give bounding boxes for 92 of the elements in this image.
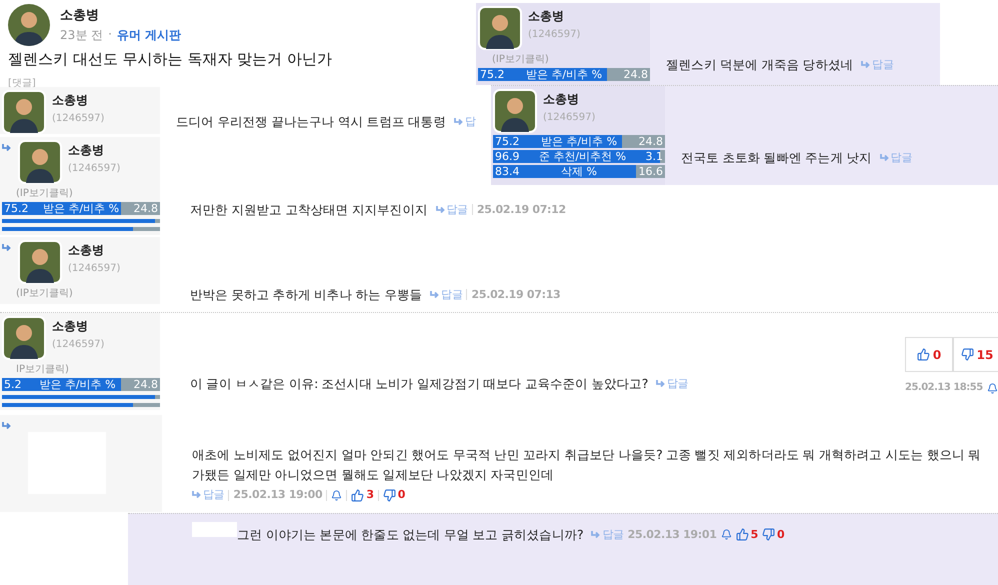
comment-text: 반박은 못하고 추하게 비추나 하는 우뽕들	[190, 286, 422, 304]
user-id: (1246597)	[52, 113, 104, 124]
stat-value: 3.1	[646, 150, 663, 163]
stat-value: 75.2	[480, 68, 504, 81]
thumbs-down-icon[interactable]	[762, 528, 775, 541]
stat-label: 삭제 %	[561, 164, 597, 179]
thumbs-down-icon	[960, 348, 974, 361]
reply-arrow-icon	[454, 118, 464, 126]
user-id: (1246597)	[543, 112, 596, 123]
dislike-button[interactable]: 15	[953, 337, 998, 372]
ip-link[interactable]: (IP보기클릭)	[2, 286, 160, 300]
reply-link[interactable]: 답글	[192, 485, 224, 505]
stat-label: 받은 추/비추 %	[540, 134, 618, 149]
stat-label: 받은 추/비추 %	[42, 201, 120, 216]
stat-value: 24.8	[134, 202, 158, 215]
user-id: (1246597)	[528, 29, 580, 40]
stat-value: 24.8	[638, 135, 663, 148]
stat-label: 받은 추/비추 %	[526, 67, 602, 82]
stat-value: 5.2	[4, 378, 22, 391]
author-name: 소총병	[68, 242, 105, 259]
bell-icon[interactable]	[331, 490, 342, 500]
stat-value: 75.2	[4, 202, 28, 215]
user-id: (1246597)	[52, 339, 104, 350]
dislike-count: 0	[776, 526, 784, 542]
reply-link[interactable]: 답글	[861, 55, 894, 75]
comment-date: 25.02.19 07:12	[476, 202, 566, 218]
reply-arrow-icon	[861, 61, 872, 69]
comment-date: 25.02.13 18:55	[905, 381, 983, 395]
dislike-count: 0	[398, 487, 406, 503]
comment-date: 25.02.13 19:01	[628, 526, 717, 542]
reply-link[interactable]: 답글	[880, 148, 912, 168]
reply-arrow-icon	[436, 206, 446, 214]
thumbs-up-icon	[916, 348, 930, 361]
reply-arrow-icon	[656, 380, 666, 388]
stat-value: 75.2	[495, 135, 520, 148]
post-time: 23분 전	[60, 27, 104, 44]
user-id: (1246597)	[68, 263, 120, 274]
user-id: (1246597)	[68, 163, 120, 174]
reply-link[interactable]: 답글	[436, 200, 468, 220]
comment-text: 그런 이야기는 본문에 한줄도 없는데 무얼 보고 긁히셨습니까?	[237, 526, 584, 544]
reply-arrow-icon	[591, 530, 602, 538]
like-count: 5	[750, 526, 758, 542]
reply-link[interactable]: 답글	[656, 374, 688, 394]
stat-label: 받은 추/비추 %	[39, 377, 116, 392]
like-count: 3	[366, 487, 374, 503]
ip-link[interactable]: (IP보기클릭)	[478, 52, 650, 66]
thumbs-up-icon[interactable]	[351, 488, 364, 502]
author-name: 소총병	[52, 318, 89, 335]
comment-text: 이 글이 ㅂㅅ같은 이유: 조선시대 노비가 일제강점기 때보다 교육수준이 높았다고?	[190, 374, 648, 392]
reply-link[interactable]: 답글	[430, 284, 462, 304]
thumbs-up-icon[interactable]	[736, 528, 749, 541]
bell-icon[interactable]	[720, 529, 732, 540]
comment-text: 애초에 노비제도 없어진지 얼마 안되긴 했어도 무국적 난민 꼬라지 취급보단 나을듯? 고종 뻘짓 제외하더라도 뭐 개혁하려고 시도는 했으니 뭐가됐든 일제만 아니었으면 뭘해도 일제보단 나았겠지 자국민인데	[192, 446, 982, 484]
post-title: 젤렌스키 대선도 무시하는 독재자 맞는거 아닌가	[8, 50, 333, 69]
author-name: 소총병	[543, 91, 580, 108]
author-name: 소총병	[60, 7, 100, 24]
meta-separator: ·	[108, 27, 112, 43]
comment-text: 드디어 우리전쟁 끝나는구나 역시 트럼프 대통령	[176, 112, 446, 130]
board-link[interactable]: 유머 게시판	[116, 27, 182, 44]
stat-value: 83.4	[495, 165, 520, 178]
comment-label: [댓글]	[8, 77, 37, 90]
avatar-silhouette	[8, 4, 50, 46]
reply-arrow-icon	[2, 422, 12, 430]
reply-link[interactable]: 답글	[591, 524, 624, 544]
stat-value: 24.8	[624, 68, 648, 81]
ip-link[interactable]: IP보기클릭)	[2, 362, 160, 376]
avatar-silhouette	[493, 89, 537, 133]
comment-text: 전국토 초토화 될빠엔 주는게 낫지	[681, 148, 872, 166]
stat-value: 16.6	[638, 165, 663, 178]
reply-link[interactable]: 답	[454, 112, 476, 132]
avatar-silhouette	[18, 140, 62, 184]
comment-text: 저만한 지원받고 고착상태면 지지부진이지	[190, 200, 428, 218]
author-name: 소총병	[528, 8, 565, 25]
bell-icon[interactable]	[986, 382, 998, 394]
avatar-silhouette	[478, 6, 522, 50]
avatar-silhouette	[18, 240, 62, 284]
stat-value: 96.9	[495, 150, 520, 163]
like-button[interactable]: 0	[905, 337, 953, 372]
stat-value: 24.8	[134, 378, 158, 391]
stat-label: 준 추천/비추천 %	[538, 149, 626, 164]
comment-date: 25.02.19 07:13	[471, 286, 560, 302]
reply-arrow-icon	[192, 491, 202, 499]
reply-arrow-icon	[2, 244, 12, 252]
author-name: 소총병	[68, 142, 105, 159]
ip-link[interactable]: (IP보기클릭)	[2, 186, 160, 200]
comment-text: 젤렌스키 덕분에 개죽음 당하셨네	[666, 56, 854, 74]
reply-arrow-icon	[880, 154, 890, 162]
reply-arrow-icon	[2, 144, 12, 152]
comment-date: 25.02.13 19:00	[233, 487, 322, 503]
thumbs-down-icon[interactable]	[382, 488, 396, 502]
reply-arrow-icon	[430, 290, 440, 298]
author-name: 소총병	[52, 92, 89, 109]
